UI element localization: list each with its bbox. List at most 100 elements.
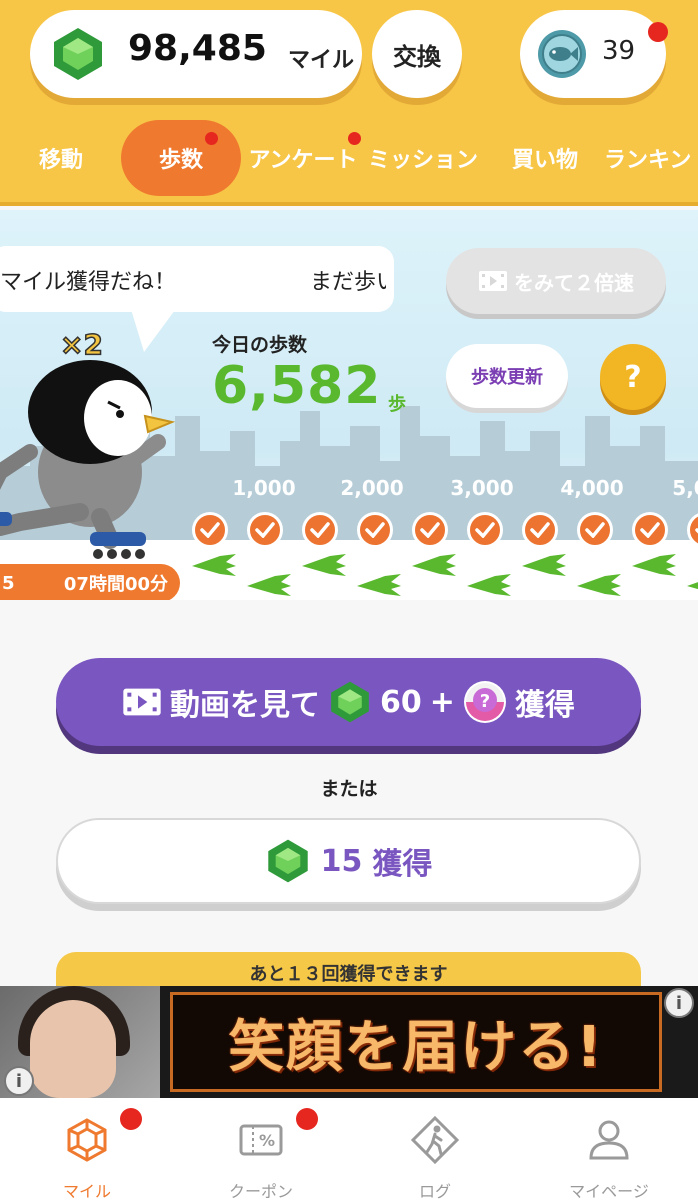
mystery-capsule-icon: ? (463, 681, 506, 723)
double-speed-button[interactable]: をみて２倍速 (446, 248, 666, 314)
tab-ranking[interactable]: ランキン (604, 120, 698, 196)
green-gem-icon (54, 28, 102, 80)
ad-headline: 笑顔を届ける! (228, 1014, 604, 1080)
miles-balance[interactable]: 98,485 マイル (30, 10, 362, 98)
speech-text-continued: まだ歩い (310, 270, 386, 295)
miles-value: 98,485 (128, 28, 267, 69)
tab-label: ミッション (368, 148, 479, 173)
ad-banner[interactable]: i 笑顔を届ける! i (0, 986, 698, 1098)
green-gem-icon (267, 839, 308, 883)
milestone-label: 1,000 (232, 476, 296, 500)
milestone-check-icon (412, 512, 448, 548)
milestone-label: 3,000 (450, 476, 514, 500)
nav-item-log[interactable]: ログ (348, 1098, 522, 1200)
category-tabs: 移動 歩数 アンケート ミッション 買い物 ランキン (0, 120, 698, 196)
walking-scene: マイル獲得だね！ まだ歩い をみて２倍速 今日の歩数 6,582 歩 歩数更新 … (0, 210, 698, 600)
tab-label: 移動 (38, 148, 83, 173)
tab-survey[interactable]: アンケート (246, 120, 361, 196)
multiplier-text: ×2 (60, 328, 103, 361)
person-icon (589, 1120, 629, 1160)
coupon-icon: % (239, 1124, 283, 1156)
nav-item-miles[interactable]: マイル (0, 1098, 174, 1200)
svg-text:%: % (259, 1131, 275, 1150)
timer-bar: 5 07時間00分 (0, 564, 180, 600)
plus-sign: + (429, 684, 455, 720)
nav-badge (296, 1108, 318, 1130)
watch-video-reward-button[interactable]: 動画を見て 60 + ? 獲得 (56, 658, 641, 746)
milestone-label: 5,0 (672, 476, 698, 500)
milestone-check-icon (522, 512, 558, 548)
nav-label: ログ (418, 1182, 451, 1200)
nav-label: マイル (62, 1182, 111, 1200)
bottom-nav: マイル % クーポン ログ マイページ (0, 1098, 698, 1200)
tab-steps[interactable]: 歩数 (121, 120, 241, 196)
claim-text: 獲得 (372, 847, 433, 882)
speech-text: マイル獲得だね！ (0, 270, 177, 295)
speech-bubble: マイル獲得だね！ まだ歩い (0, 246, 394, 312)
steps-label: 今日の歩数 (212, 334, 308, 356)
nav-badge (120, 1108, 142, 1130)
nav-label: マイページ (569, 1182, 649, 1200)
milestone-check-icon (467, 512, 503, 548)
tab-label: アンケート (248, 148, 358, 173)
ad-photo-face (30, 1000, 116, 1098)
milestone-check-icon (577, 512, 613, 548)
footprint-icon (465, 572, 513, 600)
timer-text: 07時間00分 (63, 574, 168, 595)
tab-badge (205, 132, 218, 145)
footprint-icon (300, 552, 348, 582)
video-icon (479, 271, 507, 291)
tab-mission[interactable]: ミッション (368, 120, 478, 196)
claim-gems-button[interactable]: 15 獲得 (56, 818, 641, 904)
footprint-icon (575, 572, 623, 600)
video-button-suffix: 獲得 (514, 688, 575, 723)
exchange-button[interactable]: 交換 (372, 10, 462, 98)
video-button-text: 動画を見て (170, 688, 321, 723)
header: 98,485 マイル 交換 39 移動 歩数 アンケート ミッション 買い物 ラ… (0, 0, 698, 206)
nav-item-coupon[interactable]: % クーポン (174, 1098, 348, 1200)
tab-badge (348, 132, 361, 145)
milestone-check-icon (357, 512, 393, 548)
tab-label: 買い物 (511, 148, 578, 173)
footprint-icon (685, 572, 698, 600)
footprint-icon (245, 572, 293, 600)
steps-unit: 歩 (388, 394, 406, 415)
video-icon (123, 688, 161, 716)
footprint-icon (410, 552, 458, 582)
green-gem-icon (331, 681, 369, 723)
info-icon[interactable]: i (664, 988, 694, 1018)
ad-headline-box: 笑顔を届ける! (170, 992, 662, 1092)
milestone-check-icon (632, 512, 668, 548)
footprint-icon (630, 552, 678, 582)
refresh-steps-button[interactable]: 歩数更新 (446, 344, 568, 408)
help-button[interactable]: ? (600, 344, 666, 410)
tab-shopping[interactable]: 買い物 (500, 120, 590, 196)
tab-label: ランキン (604, 148, 692, 173)
claim-amount: 15 (320, 843, 363, 879)
steps-value: 6,582 (212, 356, 382, 416)
timer-prefix: 5 (2, 572, 15, 594)
fish-coin-icon (538, 30, 586, 78)
penguin-character: ×2 (0, 327, 176, 559)
notification-badge (648, 22, 668, 42)
double-speed-label: をみて２倍速 (514, 270, 634, 295)
footprint-icon (190, 552, 238, 582)
milestone-check-icon (247, 512, 283, 548)
milestone-check-icon (302, 512, 338, 548)
milestone-label: 2,000 (340, 476, 404, 500)
milestone-label: 4,000 (560, 476, 624, 500)
tab-label: 歩数 (158, 148, 203, 173)
fish-coin-balance[interactable]: 39 (520, 10, 668, 98)
walking-log-icon (411, 1116, 459, 1164)
footprint-icon (355, 572, 403, 600)
svg-text:?: ? (480, 691, 490, 712)
tab-move[interactable]: 移動 (18, 120, 104, 196)
footprint-icon (520, 552, 568, 582)
nav-item-mypage[interactable]: マイページ (522, 1098, 696, 1200)
video-reward-amount: 60 (380, 684, 422, 720)
nav-label: クーポン (228, 1182, 293, 1200)
fish-coin-count: 39 (602, 36, 636, 66)
info-icon[interactable]: i (4, 1066, 34, 1096)
milestone-check-icon (192, 512, 228, 548)
gem-outline-icon (67, 1118, 107, 1162)
